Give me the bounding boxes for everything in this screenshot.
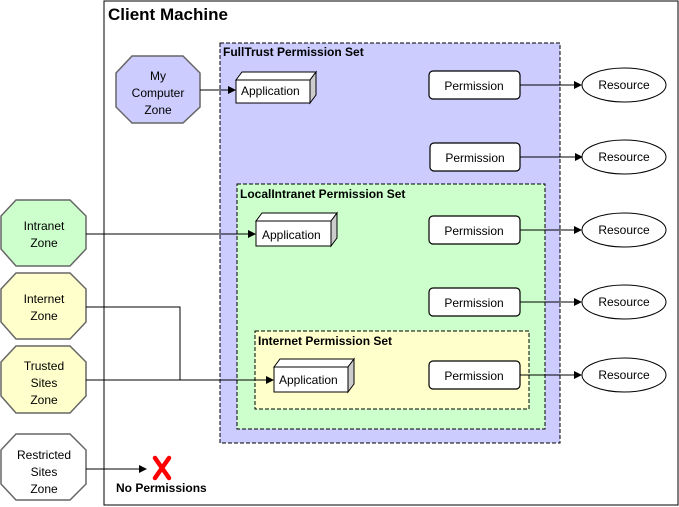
svg-text:Resource: Resource [598, 223, 650, 237]
svg-text:Internet: Internet [24, 292, 65, 306]
no-permissions-label: No Permissions [116, 481, 207, 495]
client-machine-title: Client Machine [108, 5, 228, 24]
svg-text:Intranet: Intranet [24, 219, 65, 233]
svg-text:Application: Application [262, 228, 321, 242]
diagram: Client Machine FullTrust Permission Set … [0, 0, 679, 506]
svg-text:Resource: Resource [598, 295, 650, 309]
permission-5: Permission [428, 360, 521, 390]
permission-1: Permission [428, 70, 521, 100]
svg-text:Permission: Permission [445, 151, 504, 165]
svg-text:Application: Application [241, 84, 300, 98]
svg-text:Resource: Resource [598, 78, 650, 92]
svg-text:Sites: Sites [31, 465, 58, 479]
permission-2: Permission [429, 142, 521, 172]
localintranet-title: LocalIntranet Permission Set [240, 187, 405, 201]
svg-text:Permission: Permission [444, 224, 503, 238]
resource-5: Resource [581, 357, 667, 393]
zone-internet: Internet Zone [0, 272, 87, 340]
svg-text:Zone: Zone [30, 393, 58, 407]
svg-text:Restricted: Restricted [17, 448, 71, 462]
svg-text:Zone: Zone [30, 236, 58, 250]
svg-text:Zone: Zone [144, 103, 172, 117]
permission-4: Permission [428, 287, 521, 317]
svg-text:Resource: Resource [598, 150, 650, 164]
internet-set-title: Internet Permission Set [258, 334, 392, 348]
resource-4: Resource [581, 284, 667, 320]
svg-text:Sites: Sites [31, 376, 58, 390]
svg-text:My: My [150, 69, 166, 83]
svg-text:Trusted: Trusted [24, 359, 64, 373]
application-localintranet: Application [255, 211, 338, 248]
zone-my-computer: My Computer Zone [115, 55, 201, 124]
svg-text:Permission: Permission [444, 369, 503, 383]
resource-3: Resource [581, 212, 667, 248]
permission-3: Permission [428, 215, 521, 245]
application-internet: Application [273, 357, 355, 394]
resource-1: Resource [581, 67, 667, 103]
zone-trusted-sites: Trusted Sites Zone [0, 345, 87, 414]
svg-text:Permission: Permission [444, 79, 503, 93]
svg-text:Application: Application [279, 373, 338, 387]
svg-text:Zone: Zone [30, 309, 58, 323]
resource-2: Resource [581, 139, 667, 175]
svg-text:Zone: Zone [30, 482, 58, 496]
svg-text:Resource: Resource [598, 368, 650, 382]
svg-text:Permission: Permission [444, 296, 503, 310]
zone-intranet: Intranet Zone [0, 199, 87, 267]
application-fulltrust: Application [235, 70, 317, 105]
svg-text:Computer: Computer [132, 86, 185, 100]
fulltrust-title: FullTrust Permission Set [223, 45, 364, 59]
zone-restricted-sites: Restricted Sites Zone [0, 433, 87, 501]
